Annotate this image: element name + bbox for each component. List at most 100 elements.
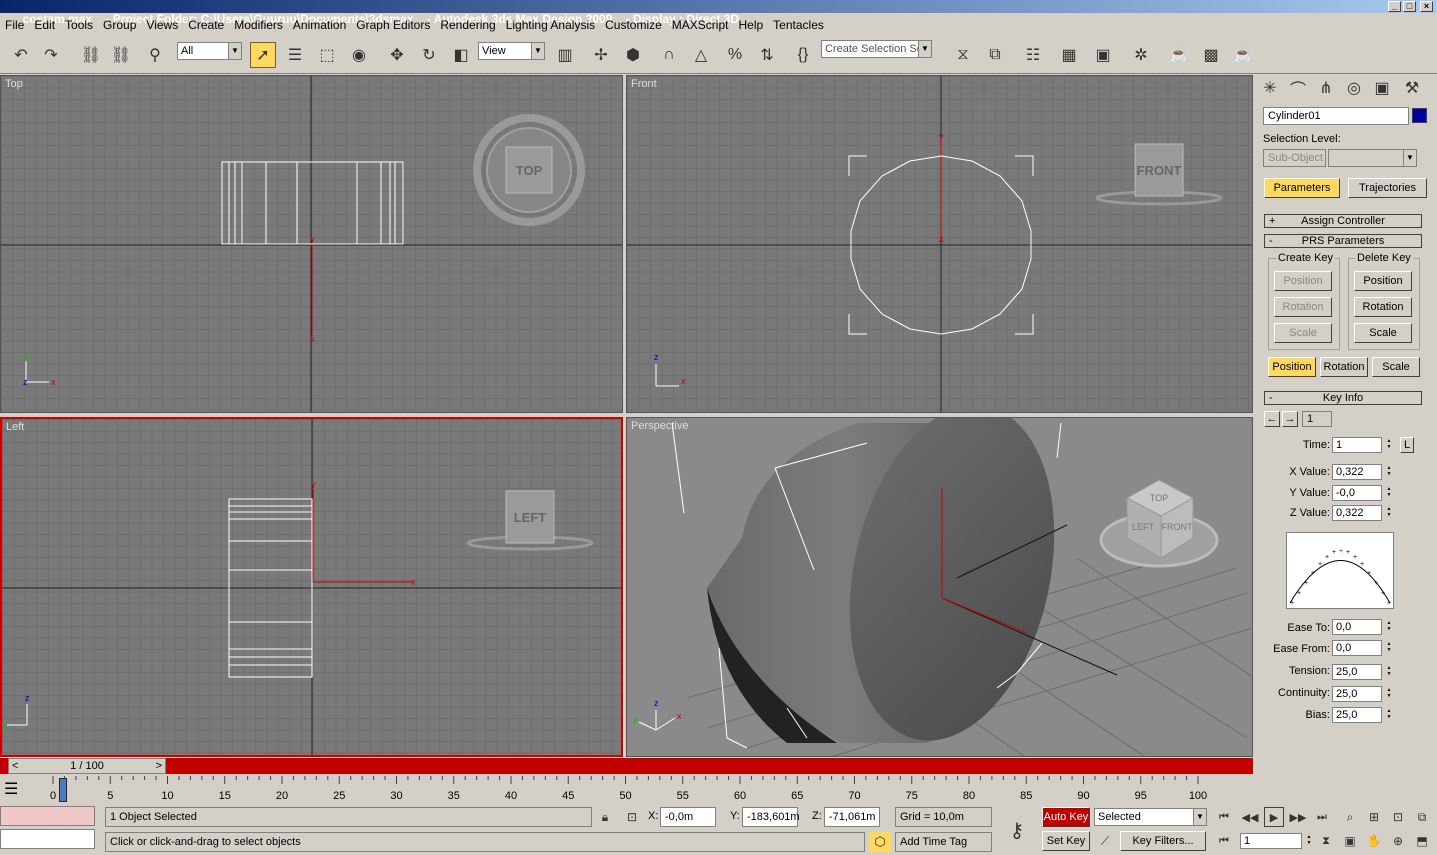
percent-snap-icon[interactable]: % <box>722 42 748 68</box>
mirror-icon[interactable]: ⧖ <box>950 42 976 68</box>
rendered-frame-window-icon[interactable]: ▩ <box>1198 42 1224 68</box>
time-slider[interactable]: < 1 / 100 > <box>8 758 166 774</box>
menu-animation[interactable]: Animation <box>288 18 351 32</box>
add-time-tag-button[interactable]: Add Time Tag <box>895 832 992 852</box>
lock-icon[interactable]: 🔒︎ <box>596 807 614 827</box>
maxscript-input-mini[interactable] <box>0 829 95 849</box>
z-coord-field[interactable]: -71,061m <box>824 807 880 827</box>
menu-tools[interactable]: Tools <box>60 18 98 32</box>
maximize-viewport-icon[interactable]: ⬒ <box>1412 831 1432 851</box>
track-bar[interactable]: 0 5 10 15 20 25 30 35 40 45 50 55 60 65 70 75 80 85 90 95 10… <box>40 776 1240 802</box>
go-to-end-icon[interactable]: ⏭ <box>1312 807 1332 827</box>
spinner-snap-icon[interactable]: ⇅ <box>754 42 780 68</box>
menu-tentacles[interactable]: Tentacles <box>768 18 829 32</box>
viewcube-front[interactable]: FRONT <box>1095 143 1223 206</box>
material-editor-icon[interactable]: ✲ <box>1128 42 1154 68</box>
select-object-icon[interactable]: ➚ <box>250 42 276 68</box>
z-value-spinner[interactable]: 0,322 <box>1332 505 1393 521</box>
menu-views[interactable]: Views <box>141 18 183 32</box>
key-mode-toggle-icon[interactable]: ⏮ <box>1214 831 1234 851</box>
x-value-spinner[interactable]: 0,322 <box>1332 464 1393 480</box>
scale-track-button[interactable]: Scale <box>1372 357 1420 377</box>
y-value-spinner[interactable]: -0,0 <box>1332 485 1393 501</box>
create-position-key-button[interactable]: Position <box>1274 271 1332 291</box>
viewcube-perspective[interactable]: TOP LEFT FRONT <box>1099 479 1219 568</box>
time-tag-icon[interactable]: ⬡ <box>869 832 891 852</box>
motion-tab-icon[interactable]: ◎ <box>1342 76 1366 100</box>
rotate-icon[interactable]: ↻ <box>416 42 442 68</box>
display-tab-icon[interactable]: ▣ <box>1370 76 1394 100</box>
ease-from-spinner[interactable]: 0,0 <box>1332 640 1393 656</box>
go-to-start-icon[interactable]: ⏮ <box>1214 807 1234 827</box>
snaps-toggle-icon[interactable]: ∩ <box>656 42 682 68</box>
viewcube-left[interactable]: LEFT <box>466 490 594 551</box>
delete-scale-key-button[interactable]: Scale <box>1354 323 1412 343</box>
link-icon[interactable]: ⛓ <box>78 42 104 68</box>
select-manipulate-icon[interactable]: ✢ <box>588 42 614 68</box>
menu-rendering[interactable]: Rendering <box>435 18 500 32</box>
menu-graph-editors[interactable]: Graph Editors <box>351 18 435 32</box>
render-production-icon[interactable]: ☕ <box>1230 42 1256 68</box>
current-frame-field[interactable]: 1 <box>1240 833 1313 849</box>
viewport-left[interactable]: Left yx LEFT zy <box>0 417 623 757</box>
select-by-name-icon[interactable]: ☰ <box>282 42 308 68</box>
utilities-tab-icon[interactable]: ⚒ <box>1400 76 1424 100</box>
viewport-perspective[interactable]: Perspective TOP LEFT FRONT z x y <box>626 417 1253 757</box>
key-mode-dropdown[interactable]: Selected ▼ <box>1094 808 1207 826</box>
menu-file[interactable]: File <box>0 18 29 32</box>
position-track-button[interactable]: Position <box>1268 357 1316 377</box>
tension-spinner[interactable]: 25,0 <box>1332 664 1393 680</box>
next-key-icon[interactable]: → <box>1282 411 1298 427</box>
keyboard-shortcut-override-icon[interactable]: ⬢ <box>620 42 646 68</box>
default-tangent-icon[interactable]: ⟋ <box>1094 831 1116 851</box>
edit-named-selection-icon[interactable]: {} <box>790 42 816 68</box>
object-name-field[interactable]: Cylinder01 <box>1263 107 1409 125</box>
move-icon[interactable]: ✥ <box>384 42 410 68</box>
menu-create[interactable]: Create <box>183 18 229 32</box>
mini-curve-editor-icon[interactable]: ☰ <box>4 779 32 799</box>
unlink-icon[interactable]: ⛓ <box>108 42 134 68</box>
delete-position-key-button[interactable]: Position <box>1354 271 1412 291</box>
continuity-spinner[interactable]: 25,0 <box>1332 686 1393 702</box>
menu-edit[interactable]: Edit <box>29 18 60 32</box>
time-lock-button[interactable]: L <box>1400 437 1414 453</box>
field-of-view-icon[interactable]: ▣ <box>1340 831 1360 851</box>
bias-spinner[interactable]: 25,0 <box>1332 707 1393 723</box>
menu-help[interactable]: Help <box>733 18 768 32</box>
maxscript-listener-mini[interactable] <box>0 806 95 826</box>
window-crossing-icon[interactable]: ◉ <box>346 42 372 68</box>
scale-icon[interactable]: ◧ <box>448 42 474 68</box>
create-rotation-key-button[interactable]: Rotation <box>1274 297 1332 317</box>
key-info-rollout[interactable]: - Key Info <box>1264 391 1422 405</box>
time-spinner[interactable]: 1 <box>1332 437 1393 453</box>
maximize-button[interactable]: □ <box>1403 1 1416 12</box>
bind-space-warp-icon[interactable]: ⚲ <box>142 42 168 68</box>
chevron-left-icon[interactable]: < <box>12 759 18 773</box>
ease-to-spinner[interactable]: 0,0 <box>1332 619 1393 635</box>
orbit-icon[interactable]: ⊕ <box>1388 831 1408 851</box>
rectangular-selection-icon[interactable]: ⬚ <box>314 42 340 68</box>
create-tab-icon[interactable]: ✳ <box>1258 76 1282 100</box>
prs-parameters-rollout[interactable]: - PRS Parameters <box>1264 234 1422 248</box>
menu-customize[interactable]: Customize <box>600 18 667 32</box>
menu-modifiers[interactable]: Modifiers <box>229 18 288 32</box>
curve-editor-icon[interactable]: ▦ <box>1056 42 1082 68</box>
align-icon[interactable]: ⧉ <box>982 42 1008 68</box>
reference-coordinate-dropdown[interactable]: View ▼ <box>478 42 545 60</box>
schematic-view-icon[interactable]: ▣ <box>1090 42 1116 68</box>
selection-filter-dropdown[interactable]: All ▼ <box>177 42 242 60</box>
close-button[interactable]: × <box>1420 1 1433 12</box>
trajectories-button[interactable]: Trajectories <box>1348 178 1427 198</box>
y-coord-field[interactable]: -183,601m <box>742 807 800 827</box>
auto-key-button[interactable]: Auto Key <box>1042 807 1090 827</box>
chevron-right-icon[interactable]: > <box>156 759 162 773</box>
x-coord-field[interactable]: -0,0m <box>660 807 716 827</box>
parameters-button[interactable]: Parameters <box>1264 178 1340 198</box>
rotation-track-button[interactable]: Rotation <box>1320 357 1368 377</box>
modify-tab-icon[interactable]: ⌒ <box>1286 76 1310 100</box>
zoom-extents-all-icon[interactable]: ⧉ <box>1412 807 1432 827</box>
pan-view-icon[interactable]: ✋ <box>1364 831 1384 851</box>
sub-object-level-dropdown[interactable]: ▼ <box>1328 149 1417 167</box>
undo-icon[interactable]: ↶ <box>8 42 34 68</box>
zoom-icon[interactable]: ⌕ <box>1340 807 1360 827</box>
